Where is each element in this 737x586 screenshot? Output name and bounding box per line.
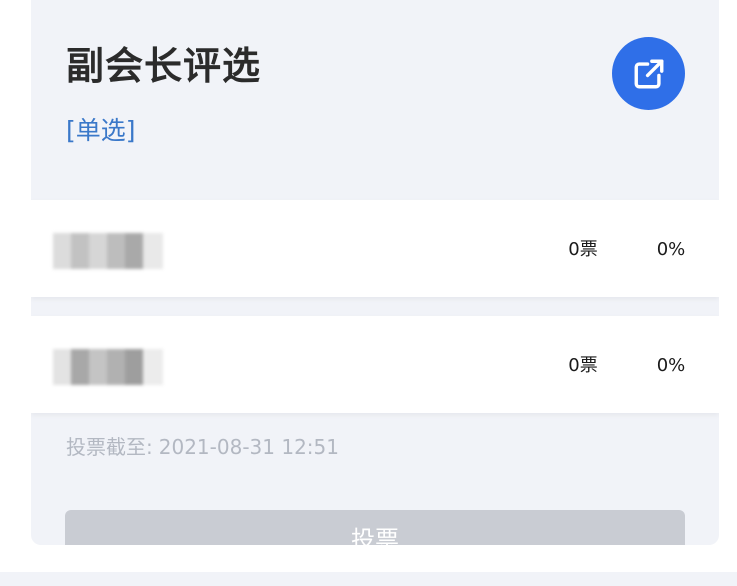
vote-button[interactable]: 投票 [65,510,685,545]
option-name-blurred [53,349,163,385]
share-button[interactable] [612,37,685,110]
option-vote-count: 0票 [568,355,598,376]
deadline-value: 2021-08-31 12:51 [158,435,339,459]
share-external-icon [634,59,663,88]
page-bottom-divider [0,572,737,586]
option-vote-percent: 0% [656,355,686,376]
poll-type-tag: [单选] [66,116,136,145]
option-vote-count: 0票 [568,239,598,260]
poll-page: 副会长评选 [单选] 0票 0% 0票 0% 投票截至: 2021-08-31 … [0,0,737,586]
option-name-blurred [53,233,163,269]
poll-option-row[interactable]: 0票 0% [31,200,719,297]
deadline-label: 投票截至: [66,435,153,459]
poll-title: 副会长评选 [66,44,262,88]
poll-deadline: 投票截至: 2021-08-31 12:51 [66,434,339,460]
poll-option-row[interactable]: 0票 0% [31,316,719,413]
option-vote-percent: 0% [656,239,686,260]
poll-card: 副会长评选 [单选] 0票 0% 0票 0% 投票截至: 2021-08-31 … [31,0,719,545]
